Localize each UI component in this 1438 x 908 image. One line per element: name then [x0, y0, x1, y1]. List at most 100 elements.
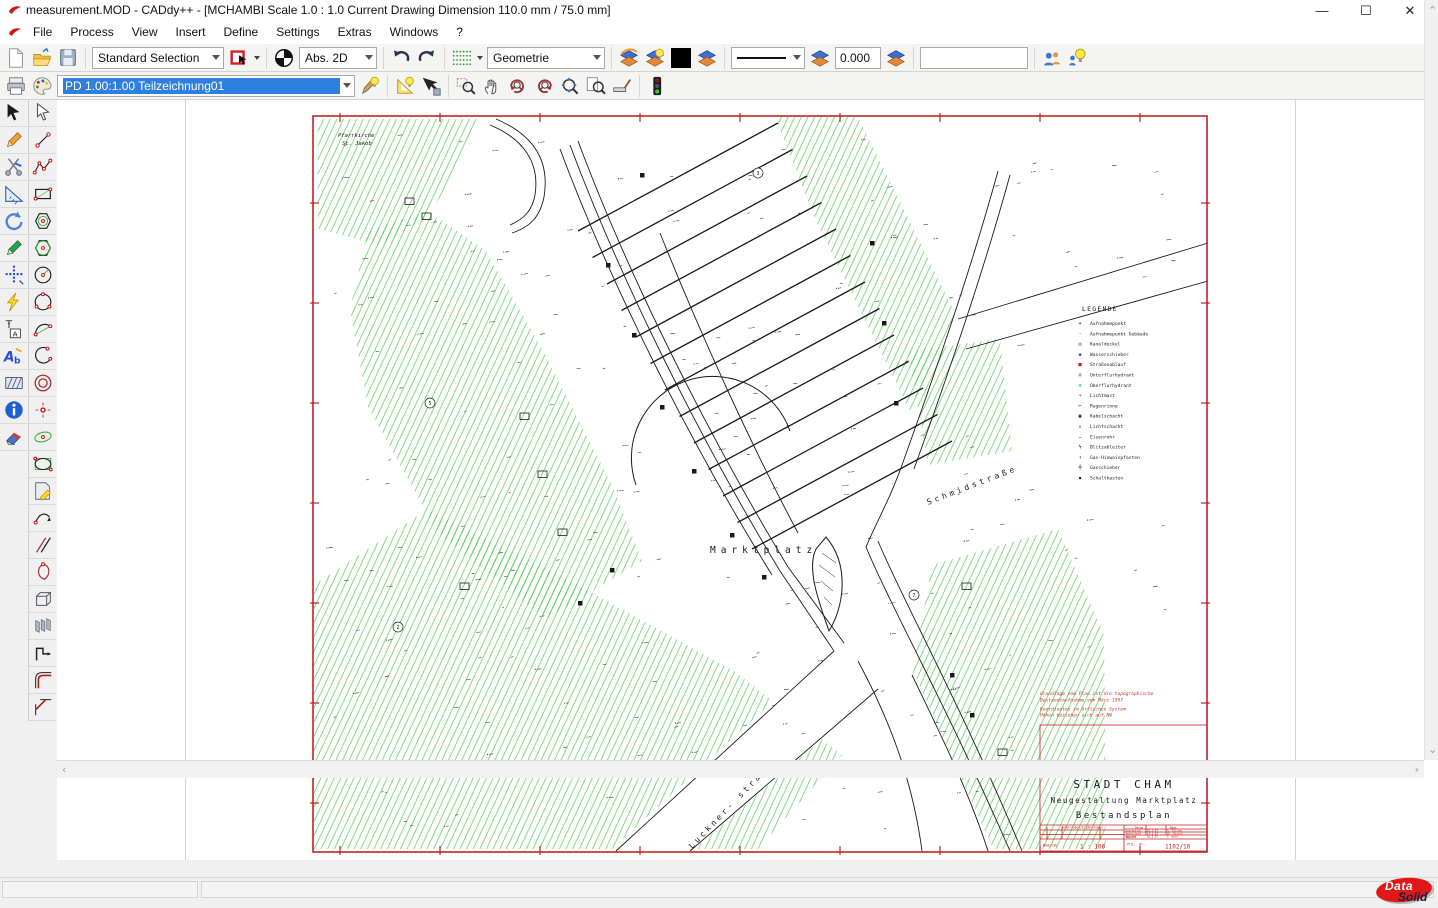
maximize-button[interactable]: ☐ [1346, 0, 1386, 22]
group-combo[interactable]: Geometrie [487, 47, 605, 69]
scroll-left-icon[interactable]: ‹ [62, 763, 66, 776]
inscribed-polygon-tool-button[interactable] [29, 235, 56, 262]
dropdown-arrow-icon[interactable] [475, 46, 485, 70]
menu-insert[interactable]: Insert [167, 22, 215, 42]
circle-radius-tool-button[interactable] [29, 262, 56, 289]
contour-tool-button[interactable] [29, 640, 56, 667]
combo-arrow-icon[interactable] [590, 48, 604, 68]
zoom-all-button[interactable] [558, 74, 582, 98]
info-tool-button[interactable] [0, 397, 27, 424]
menu-process[interactable]: Process [61, 22, 122, 42]
rectangle-tool-button[interactable] [29, 181, 56, 208]
save-button[interactable] [56, 46, 80, 70]
element-select-tool-button[interactable] [29, 100, 56, 127]
fillet-tool-button[interactable] [29, 667, 56, 694]
quick-select-tool-button[interactable] [0, 289, 27, 316]
drawing-paper[interactable]: 3527MarktplatzSchmidstraßeLuckner- straß… [310, 113, 1210, 855]
zoom-page-button[interactable] [584, 74, 608, 98]
redraw-button[interactable] [610, 74, 634, 98]
ellipse-box-tool-button[interactable] [29, 451, 56, 478]
layer-select-button[interactable] [695, 46, 719, 70]
text-tool-button[interactable]: Ab [0, 343, 27, 370]
path-tool-button[interactable] [29, 505, 56, 532]
erase-tool-button[interactable] [0, 424, 27, 451]
menu-settings[interactable]: Settings [267, 22, 328, 42]
parallel-tool-button[interactable] [29, 532, 56, 559]
separator [444, 47, 445, 69]
hatch-tool-button[interactable] [0, 370, 27, 397]
set-layer-button[interactable] [617, 46, 641, 70]
vertical-scrollbar[interactable]: ⌃ ⌄ [1424, 0, 1438, 760]
polyline-tool-button[interactable] [29, 154, 56, 181]
snap-mode-button[interactable] [272, 46, 296, 70]
width-layer-button[interactable] [884, 46, 908, 70]
combo-arrow-icon[interactable] [362, 48, 376, 68]
draw-tool-button[interactable] [0, 235, 27, 262]
dimension-tool-button[interactable]: A [0, 316, 27, 343]
zoom-window-button[interactable] [454, 74, 478, 98]
ellipse-tool-button[interactable] [29, 424, 56, 451]
arc-tool-button[interactable] [29, 316, 56, 343]
combo-arrow-icon[interactable] [340, 76, 354, 96]
line-layer-button[interactable] [808, 46, 832, 70]
drawing-status-light[interactable] [645, 74, 669, 98]
svg-text:STADT CHAM: STADT CHAM [1073, 778, 1174, 791]
scroll-up-icon[interactable]: ⌃ [1428, 4, 1437, 17]
point-snap-tool-button[interactable] [0, 262, 27, 289]
surface-tool-button[interactable] [29, 613, 56, 640]
horizontal-scrollbar[interactable]: ‹ › [57, 760, 1424, 778]
donut-tool-button[interactable] [29, 370, 56, 397]
dropdown-arrow-icon[interactable] [252, 46, 262, 70]
attribute-input[interactable] [920, 47, 1028, 69]
zoom-previous-button[interactable] [506, 74, 530, 98]
new-button[interactable] [4, 46, 28, 70]
group-view-button[interactable] [1040, 46, 1064, 70]
coordinate-mode-combo[interactable]: Abs. 2D [299, 47, 377, 69]
line-tool-button[interactable] [29, 127, 56, 154]
plan-note: Höhen beziehen sich auf NN [1039, 713, 1112, 719]
print-button[interactable] [4, 74, 28, 98]
edit-tool-button[interactable] [0, 127, 27, 154]
menu-define[interactable]: Define [215, 22, 268, 42]
spline-tool-button[interactable] [29, 559, 56, 586]
highlight-button[interactable] [1066, 46, 1090, 70]
apply-view-button[interactable] [419, 74, 443, 98]
construction-aid-button[interactable] [393, 74, 417, 98]
grid-button[interactable] [450, 46, 474, 70]
selection-box-button[interactable] [227, 46, 251, 70]
selection-mode-combo[interactable]: Standard Selection [92, 47, 224, 69]
menu-windows[interactable]: Windows [381, 22, 448, 42]
chamfer-tool-button[interactable] [29, 694, 56, 721]
pen-visibility-button[interactable] [358, 74, 382, 98]
undo-button[interactable] [389, 46, 413, 70]
point-tool-button[interactable] [29, 397, 56, 424]
color-palette-button[interactable] [30, 74, 54, 98]
measure-tool-button[interactable] [0, 181, 27, 208]
line-style-combo[interactable] [731, 47, 805, 69]
transform-tool-button[interactable] [0, 208, 27, 235]
layer-visibility-button[interactable] [643, 46, 667, 70]
combo-arrow-icon[interactable] [209, 48, 223, 68]
circle-points-tool-button[interactable] [29, 289, 56, 316]
menu-file[interactable]: File [24, 22, 61, 42]
line-width-input[interactable] [835, 47, 881, 69]
scroll-down-icon[interactable]: ⌄ [1428, 743, 1437, 756]
current-color-swatch[interactable] [671, 48, 691, 68]
menu-view[interactable]: View [123, 22, 167, 42]
menu-[interactable]: ? [447, 22, 472, 42]
minimize-button[interactable]: — [1302, 0, 1342, 22]
sheet-edit-tool-button[interactable] [29, 478, 56, 505]
redo-button[interactable] [415, 46, 439, 70]
pan-button[interactable] [480, 74, 504, 98]
box-3d-tool-button[interactable] [29, 586, 56, 613]
select-tool-button[interactable] [0, 100, 27, 127]
menu-extras[interactable]: Extras [329, 22, 381, 42]
drawing-canvas[interactable]: 3527MarktplatzSchmidstraßeLuckner- straß… [57, 100, 1424, 860]
trim-tool-button[interactable] [0, 154, 27, 181]
zoom-next-button[interactable] [532, 74, 556, 98]
open-button[interactable] [30, 46, 54, 70]
polygon-tool-button[interactable] [29, 208, 56, 235]
scroll-right-icon[interactable]: › [1415, 763, 1419, 776]
arc-points-tool-button[interactable] [29, 343, 56, 370]
active-view-combo[interactable]: PD 1.00:1.00 Teilzeichnung01 [57, 75, 355, 97]
